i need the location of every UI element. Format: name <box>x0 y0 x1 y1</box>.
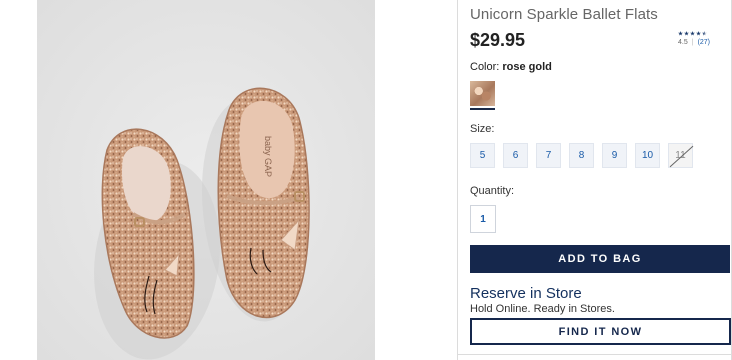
rating-divider: | <box>691 39 694 46</box>
divider <box>458 354 732 355</box>
color-selection: Color: rose gold <box>470 61 552 73</box>
shoes-illustration: baby GAP <box>37 0 375 360</box>
size-option-9[interactable]: 9 <box>602 143 627 168</box>
reserve-in-store-heading: Reserve in Store <box>470 285 582 302</box>
size-option-6[interactable]: 6 <box>503 143 528 168</box>
size-option-5[interactable]: 5 <box>470 143 495 168</box>
size-label: Size: <box>470 123 495 135</box>
add-to-bag-button[interactable]: ADD TO BAG <box>470 245 730 273</box>
right-shoe: baby GAP <box>217 87 310 319</box>
buy-box: Unicorn Sparkle Ballet Flats $29.95 4.5 … <box>457 0 732 360</box>
review-count-link[interactable]: (27) <box>698 39 710 46</box>
star-icon <box>690 31 695 36</box>
quantity-field[interactable]: 1 <box>470 205 496 233</box>
rating-score: 4.5 <box>678 39 688 46</box>
product-title: Unicorn Sparkle Ballet Flats <box>470 6 658 23</box>
find-it-now-button[interactable]: FIND IT NOW <box>470 318 731 345</box>
size-option-11[interactable]: 11 <box>668 143 693 168</box>
color-swatch-rose-gold[interactable] <box>470 81 495 110</box>
star-icon <box>696 31 701 36</box>
product-price: $29.95 <box>470 30 526 50</box>
size-option-10[interactable]: 10 <box>635 143 660 168</box>
star-icon <box>678 31 683 36</box>
rating-stars <box>678 31 726 36</box>
product-image[interactable]: baby GAP <box>37 0 375 360</box>
swatch-selected-indicator <box>470 108 495 110</box>
swatch-thumbnail <box>470 81 495 106</box>
size-option-7[interactable]: 7 <box>536 143 561 168</box>
color-label: Color: <box>470 61 500 73</box>
star-icon <box>684 31 689 36</box>
half-star-icon <box>702 31 707 36</box>
quantity-label: Quantity: <box>470 185 515 197</box>
size-option-8[interactable]: 8 <box>569 143 594 168</box>
rating-widget[interactable]: 4.5 | (27) <box>678 31 726 46</box>
color-value: rose gold <box>502 61 552 73</box>
insole-logo: baby GAP <box>263 136 273 177</box>
reserve-in-store-subtitle: Hold Online. Ready in Stores. <box>470 303 615 315</box>
size-options: 5 6 7 8 9 10 11 <box>470 143 693 168</box>
